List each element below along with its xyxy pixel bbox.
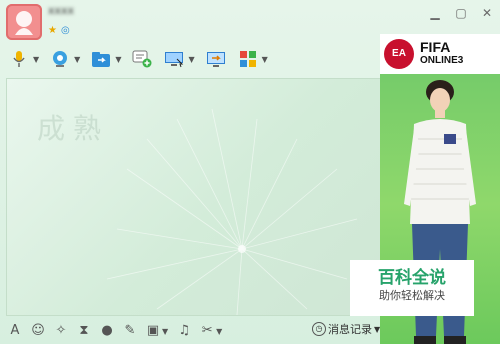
remote-desktop-icon xyxy=(165,52,184,68)
font-icon[interactable]: A xyxy=(8,323,22,339)
ad-title-line2: ONLINE3 xyxy=(420,55,464,66)
chevron-down-icon[interactable]: ▼ xyxy=(374,325,380,334)
message-history-label: 消息记录 xyxy=(328,323,372,336)
add-chat-icon xyxy=(132,50,152,68)
chat-window: xxxx ★ ◎ ▁ ▢ ✕ ▼ ▼ ▼ ▼ ▼ 成熟 EA FIFA ONLI… xyxy=(0,0,500,344)
avatar[interactable] xyxy=(6,4,42,40)
microphone-icon xyxy=(13,51,25,67)
baike-logo-title: 百科全说 xyxy=(378,268,446,288)
voice-message-icon[interactable]: ● xyxy=(100,323,114,339)
video-call-button[interactable]: ▼ xyxy=(47,46,82,72)
magic-wand-icon[interactable]: ✧ xyxy=(54,323,68,339)
ad-title-line1: FIFA xyxy=(420,39,451,55)
chat-toolbar: ▼ ▼ ▼ ▼ ▼ xyxy=(0,42,386,76)
chevron-down-icon[interactable]: ▼ xyxy=(162,327,168,336)
chevron-down-icon[interactable]: ▼ xyxy=(115,55,121,64)
maximize-icon[interactable]: ▢ xyxy=(454,6,468,20)
edit-icon[interactable]: ✎ xyxy=(123,323,137,339)
emoji-icon[interactable]: ☺ xyxy=(31,323,45,339)
chevron-down-icon[interactable]: ▼ xyxy=(74,55,80,64)
image-icon[interactable]: ▣ xyxy=(146,323,160,339)
ad-banner[interactable]: EA FIFA ONLINE3 xyxy=(380,34,500,74)
chevron-down-icon[interactable]: ▼ xyxy=(262,55,268,64)
apps-grid-icon xyxy=(239,51,256,67)
apps-button[interactable]: ▼ xyxy=(235,46,270,72)
star-icon: ★ xyxy=(48,25,57,36)
background-watermark: 成熟 xyxy=(37,112,110,145)
contact-nickname: xxxx xyxy=(48,4,75,17)
send-file-button[interactable]: ▼ xyxy=(88,46,123,72)
music-icon[interactable]: ♫ xyxy=(177,323,191,339)
shake-icon[interactable]: ⧗ xyxy=(77,323,91,339)
clock-icon: ◷ xyxy=(312,322,326,336)
chevron-down-icon[interactable]: ▼ xyxy=(33,55,39,64)
person-silhouette-icon xyxy=(15,11,33,35)
chevron-down-icon[interactable]: ▼ xyxy=(216,327,222,336)
status-badges: ★ ◎ xyxy=(48,26,71,38)
file-transfer-icon xyxy=(92,52,111,67)
screenshot-icon[interactable]: ✂ xyxy=(200,323,214,339)
webcam-icon xyxy=(53,51,68,67)
baike-watermark-logo: 百科全说 助你轻松解决 xyxy=(350,260,474,316)
ad-title: FIFA ONLINE3 xyxy=(420,40,463,68)
ea-logo: EA xyxy=(384,39,414,69)
share-screen-button[interactable] xyxy=(203,46,229,72)
screen-share-icon xyxy=(206,52,225,67)
voice-call-button[interactable]: ▼ xyxy=(6,46,41,72)
message-area[interactable]: 成熟 xyxy=(6,78,382,316)
message-history-button[interactable]: ◷ 消息记录 ▼ xyxy=(312,321,380,337)
chevron-down-icon[interactable]: ▼ xyxy=(188,55,194,64)
close-icon[interactable]: ✕ xyxy=(480,6,494,20)
window-controls: ▁ ▢ ✕ xyxy=(428,6,494,20)
baike-logo-subtitle: 助你轻松解决 xyxy=(379,289,445,302)
minimize-icon[interactable]: ▁ xyxy=(428,6,442,20)
qzone-icon[interactable]: ◎ xyxy=(61,26,71,36)
create-discussion-button[interactable] xyxy=(129,46,155,72)
remote-assist-button[interactable]: ▼ xyxy=(161,46,196,72)
